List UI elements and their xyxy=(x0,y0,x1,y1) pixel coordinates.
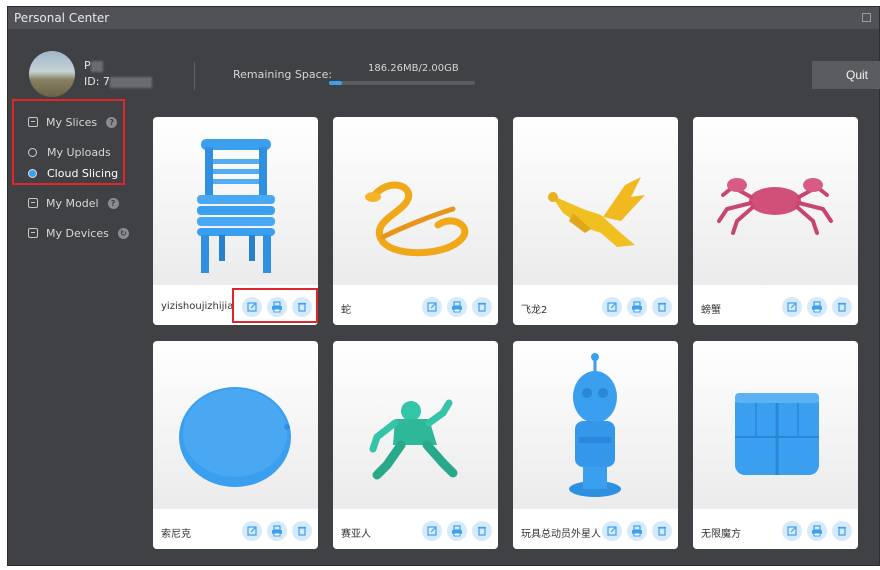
card-footer: 螃蟹 xyxy=(693,285,858,325)
personal-center-window: Personal Center P ID: 7 Remaining Space:… xyxy=(7,6,880,566)
delete-icon[interactable] xyxy=(652,297,672,317)
sidebar-item-label: My Devices xyxy=(46,226,109,240)
model-card[interactable]: 无限魔方 xyxy=(693,341,858,549)
card-footer: 玩具总动员外星人 xyxy=(513,509,678,549)
card-footer: 无限魔方 xyxy=(693,509,858,549)
crab-model xyxy=(717,178,833,235)
card-name: 赛亚人 xyxy=(341,529,371,540)
remaining-space-value: 186.26MB/2.00GB xyxy=(368,63,459,74)
edit-icon[interactable] xyxy=(422,297,442,317)
highlight-box-card-actions xyxy=(232,288,318,323)
header-divider xyxy=(194,62,195,90)
sidebar-item-my-model[interactable]: My Model ? xyxy=(28,193,119,213)
card-name: yizishoujizhijia xyxy=(161,301,234,312)
sidebar-item-my-devices[interactable]: My Devices ↻ xyxy=(28,223,129,243)
edit-icon[interactable] xyxy=(242,521,262,541)
refresh-icon[interactable]: ↻ xyxy=(117,227,129,239)
alien-toy-model xyxy=(569,353,621,497)
print-icon[interactable] xyxy=(627,297,647,317)
card-name: 蛇 xyxy=(341,305,351,316)
title-bar: Personal Center xyxy=(8,7,879,29)
cube-model xyxy=(735,393,819,475)
delete-icon[interactable] xyxy=(832,297,852,317)
model-icon xyxy=(28,198,38,208)
card-footer: 索尼克 xyxy=(153,509,318,549)
print-icon[interactable] xyxy=(447,521,467,541)
redacted-name xyxy=(90,60,103,72)
avatar[interactable] xyxy=(29,51,75,97)
figure-model xyxy=(369,399,458,480)
card-name: 飞龙2 xyxy=(521,305,548,316)
delete-icon[interactable] xyxy=(472,521,492,541)
quit-button[interactable]: Quit xyxy=(812,61,880,89)
user-id: ID: 7 xyxy=(84,75,152,88)
highlight-box-sidebar xyxy=(12,99,125,185)
card-name: 无限魔方 xyxy=(701,529,741,540)
print-icon[interactable] xyxy=(627,521,647,541)
card-name: 玩具总动员外星人 xyxy=(521,529,601,540)
user-name-text: P xyxy=(84,59,91,72)
edit-icon[interactable] xyxy=(422,521,442,541)
snake-model xyxy=(365,181,469,257)
edit-icon[interactable] xyxy=(602,297,622,317)
remaining-space-label: Remaining Space: xyxy=(233,68,333,81)
delete-icon[interactable] xyxy=(832,521,852,541)
sidebar-item-label: My Model xyxy=(46,196,99,210)
delete-icon[interactable] xyxy=(292,521,312,541)
user-name: P xyxy=(84,59,103,72)
print-icon[interactable] xyxy=(267,521,287,541)
chair-model xyxy=(197,139,275,273)
model-card[interactable]: 蛇 xyxy=(333,117,498,325)
card-name: 索尼克 xyxy=(161,529,191,540)
maximize-icon[interactable] xyxy=(862,13,871,22)
edit-icon[interactable] xyxy=(782,297,802,317)
model-card[interactable]: 螃蟹 xyxy=(693,117,858,325)
dragon-model xyxy=(548,177,645,247)
card-footer: 蛇 xyxy=(333,285,498,325)
storage-progress-fill xyxy=(329,81,343,85)
print-icon[interactable] xyxy=(807,297,827,317)
card-name: 螃蟹 xyxy=(701,305,721,316)
model-card[interactable]: 索尼克 xyxy=(153,341,318,549)
user-id-text: ID: 7 xyxy=(84,75,110,88)
devices-icon xyxy=(28,228,38,238)
window-title: Personal Center xyxy=(14,11,110,25)
user-header: P ID: 7 Remaining Space: 186.26MB/2.00GB… xyxy=(8,29,880,105)
delete-icon[interactable] xyxy=(472,297,492,317)
model-card[interactable]: 飞龙2 xyxy=(513,117,678,325)
storage-progress-bar xyxy=(329,81,475,85)
model-card[interactable]: 赛亚人 xyxy=(333,341,498,549)
card-footer: 飞龙2 xyxy=(513,285,678,325)
redacted-id xyxy=(109,76,152,88)
disc-model xyxy=(179,387,291,487)
card-footer: 赛亚人 xyxy=(333,509,498,549)
print-icon[interactable] xyxy=(447,297,467,317)
print-icon[interactable] xyxy=(807,521,827,541)
edit-icon[interactable] xyxy=(782,521,802,541)
edit-icon[interactable] xyxy=(602,521,622,541)
delete-icon[interactable] xyxy=(652,521,672,541)
model-card[interactable]: 玩具总动员外星人 xyxy=(513,341,678,549)
help-icon[interactable]: ? xyxy=(107,197,119,209)
